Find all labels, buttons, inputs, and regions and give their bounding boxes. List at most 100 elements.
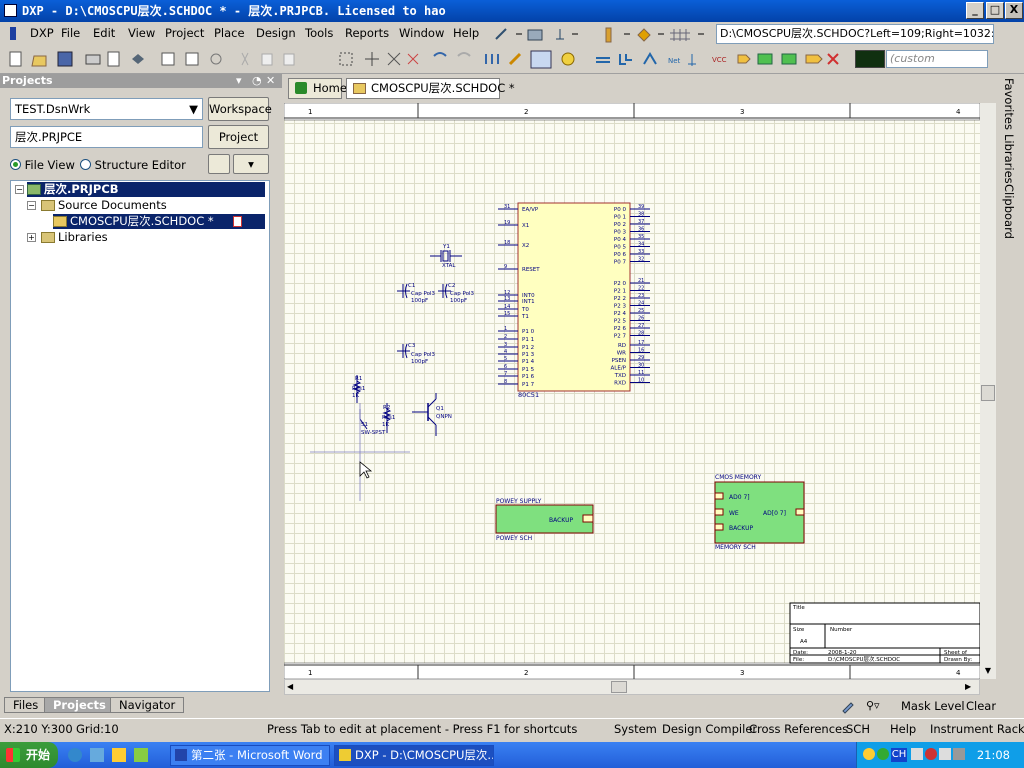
tree-item-schdoc[interactable]: CMOSCPU层次.SCHDOC * — [53, 214, 265, 229]
tb-file-value: D:\CMOSCPU层次.SCHDOC — [828, 655, 900, 663]
menu-project[interactable]: Project — [165, 26, 204, 40]
collapse-icon[interactable]: − — [15, 185, 24, 194]
menu-dxp[interactable]: DXP — [30, 26, 54, 40]
menu-file[interactable]: File — [61, 26, 80, 40]
vertical-scrollbar[interactable] — [980, 103, 996, 679]
pin-icon[interactable]: ◔ — [252, 74, 262, 88]
highlight-pen-icon[interactable] — [840, 698, 856, 714]
menu-tools[interactable]: Tools — [305, 26, 333, 40]
mcu-80c51[interactable]: 80C51 31 EA/VP19 X118 X29 RESET12 INT013 INT11… — [498, 202, 650, 399]
transistor-q1[interactable]: Q1 QNPN — [412, 393, 452, 436]
tab-schdoc[interactable]: CMOSCPU层次.SCHDOC * — [346, 78, 515, 99]
chip-pin-number: 39 — [638, 204, 644, 210]
tab-files[interactable]: Files — [4, 697, 48, 713]
network-icon[interactable] — [939, 748, 951, 760]
tab-projects[interactable]: Projects — [44, 697, 115, 713]
menu-view[interactable]: View — [128, 26, 155, 40]
collapse-icon[interactable]: − — [27, 201, 36, 210]
task-dxp[interactable]: DXP - D:\CMOSCPU层次.... — [334, 745, 494, 766]
chip-pin-number: 24 — [638, 301, 644, 307]
minimize-button[interactable]: _ — [966, 2, 984, 19]
menu-design[interactable]: Design — [256, 26, 296, 40]
desktop-icon[interactable] — [112, 748, 126, 762]
menu-reports[interactable]: Reports — [345, 26, 389, 40]
memory-port-ad-right: AD[0 7] — [763, 510, 786, 517]
chip-pin-label: P1 4 — [522, 359, 535, 365]
status-tab-system[interactable]: System — [614, 722, 657, 736]
document-options-icon[interactable]: ▾ — [233, 154, 269, 174]
custom-combo[interactable]: (custom — [886, 50, 988, 68]
close-button[interactable]: X — [1005, 2, 1023, 19]
sheet-symbol-memory[interactable]: CMOS MEMORY AD0 7] WE BACKUP AD[0 7] MEM… — [714, 474, 805, 551]
menu-help[interactable]: Help — [453, 26, 479, 40]
color-swatch[interactable] — [855, 50, 885, 68]
chip-pin-label: X2 — [522, 243, 529, 249]
wiring-toolbar-top[interactable] — [492, 25, 714, 45]
document-path-combo[interactable]: D:\CMOSCPU层次.SCHDOC?Left=109;Right=1032:… — [716, 24, 994, 44]
crystal-y1[interactable]: Y1 XTAL — [430, 244, 462, 269]
tree-item-project[interactable]: 层次.PRJPCB — [27, 182, 265, 197]
clear-button[interactable]: Clear — [966, 699, 996, 713]
status-tab-sch[interactable]: SCH — [846, 722, 870, 736]
project-button[interactable]: Project — [208, 125, 269, 149]
tree-item-libraries[interactable]: Libraries — [41, 230, 108, 245]
status-tab-design-compiler[interactable]: Design Compiler — [662, 722, 757, 736]
expand-icon[interactable]: + — [27, 233, 36, 242]
tray-icon[interactable] — [925, 748, 937, 760]
memory-sheet-title: CMOS MEMORY — [715, 474, 761, 481]
status-tab-help[interactable]: Help — [890, 722, 916, 736]
start-button[interactable]: 开始 — [0, 742, 58, 768]
tab-clipboard[interactable]: Clipboard — [1002, 184, 1016, 239]
file-view-radio[interactable]: File View — [10, 158, 75, 172]
tab-home[interactable]: Home — [288, 78, 347, 99]
structure-editor-radio[interactable]: Structure Editor — [80, 158, 186, 172]
tab-favorites[interactable]: Favorites — [1002, 78, 1016, 130]
status-tab-cross-references[interactable]: Cross References — [749, 722, 848, 736]
panel-menu-icon[interactable]: ▾ — [236, 74, 242, 88]
capacitor-c2[interactable]: C2 Cap Pol3 100pF — [438, 283, 474, 304]
workspace-select[interactable]: TEST.DsnWrk ▼ — [10, 98, 203, 120]
resistor-r2[interactable]: R2 Res1 1K — [382, 403, 395, 433]
browser-icon[interactable] — [68, 748, 82, 762]
resistor-r1[interactable]: R1 Res1 1K — [352, 375, 365, 403]
tray-icon[interactable] — [863, 748, 875, 760]
menu-place[interactable]: Place — [214, 26, 245, 40]
capacitor-c3[interactable]: C3 Cap Pol3 100pF — [397, 343, 435, 365]
project-field[interactable]: 层次.PRJPCE — [10, 126, 203, 148]
mail-icon[interactable] — [90, 748, 104, 762]
filter-icon[interactable]: ⚲▿ — [866, 699, 898, 713]
schematic-canvas[interactable]: 1 2 3 4 1 2 3 4 80C51 31 EA/VP 19 X1 18 X2 9 RE… — [284, 103, 980, 679]
chip-pin-number: 19 — [504, 220, 510, 226]
capacitor-c1[interactable]: C1 Cap Pol3 100pF — [397, 283, 435, 304]
scroll-right-icon[interactable]: ▶ — [965, 681, 977, 693]
schematic-doc-icon — [353, 83, 366, 94]
tab-navigator[interactable]: Navigator — [110, 697, 185, 713]
tab-libraries[interactable]: Libraries — [1002, 134, 1016, 184]
compile-icon[interactable] — [208, 154, 230, 174]
sheet-symbol-power[interactable]: POWEY SUPPLY BACKUP POWEY SCH — [495, 498, 594, 542]
media-icon[interactable] — [134, 748, 148, 762]
vertical-scroll-thumb[interactable] — [981, 385, 995, 401]
menu-edit[interactable]: Edit — [93, 26, 115, 40]
workspace-button[interactable]: Workspace — [208, 97, 272, 121]
maximize-button[interactable]: □ — [986, 2, 1004, 19]
c1-ref: C1 — [408, 283, 415, 289]
panel-close-icon[interactable]: ✕ — [266, 74, 275, 88]
ime-indicator[interactable]: CH — [891, 748, 907, 762]
chip-pin-label: PSEN — [612, 358, 626, 364]
task-word[interactable]: 第二张 - Microsoft Word — [170, 745, 330, 766]
clock: 21:08 — [976, 748, 1010, 762]
tray-icon[interactable] — [877, 748, 889, 760]
chip-pin-label: P2 2 — [614, 296, 626, 302]
volume-icon[interactable] — [953, 748, 965, 760]
status-tab-instrument-racks[interactable]: Instrument Racks — [930, 722, 1024, 736]
keyboard-icon[interactable] — [911, 748, 923, 760]
chip-pin-number: 38 — [638, 212, 644, 218]
menu-window[interactable]: Window — [399, 26, 444, 40]
horizontal-scrollbar[interactable]: ◀ ▶ — [284, 679, 980, 695]
horizontal-scroll-thumb[interactable] — [611, 681, 627, 693]
tree-item-source-documents[interactable]: Source Documents — [41, 198, 167, 213]
scroll-left-icon[interactable]: ◀ — [287, 681, 299, 693]
scroll-down-icon[interactable]: ▼ — [980, 663, 996, 679]
mask-level-button[interactable]: Mask Level — [901, 699, 965, 713]
